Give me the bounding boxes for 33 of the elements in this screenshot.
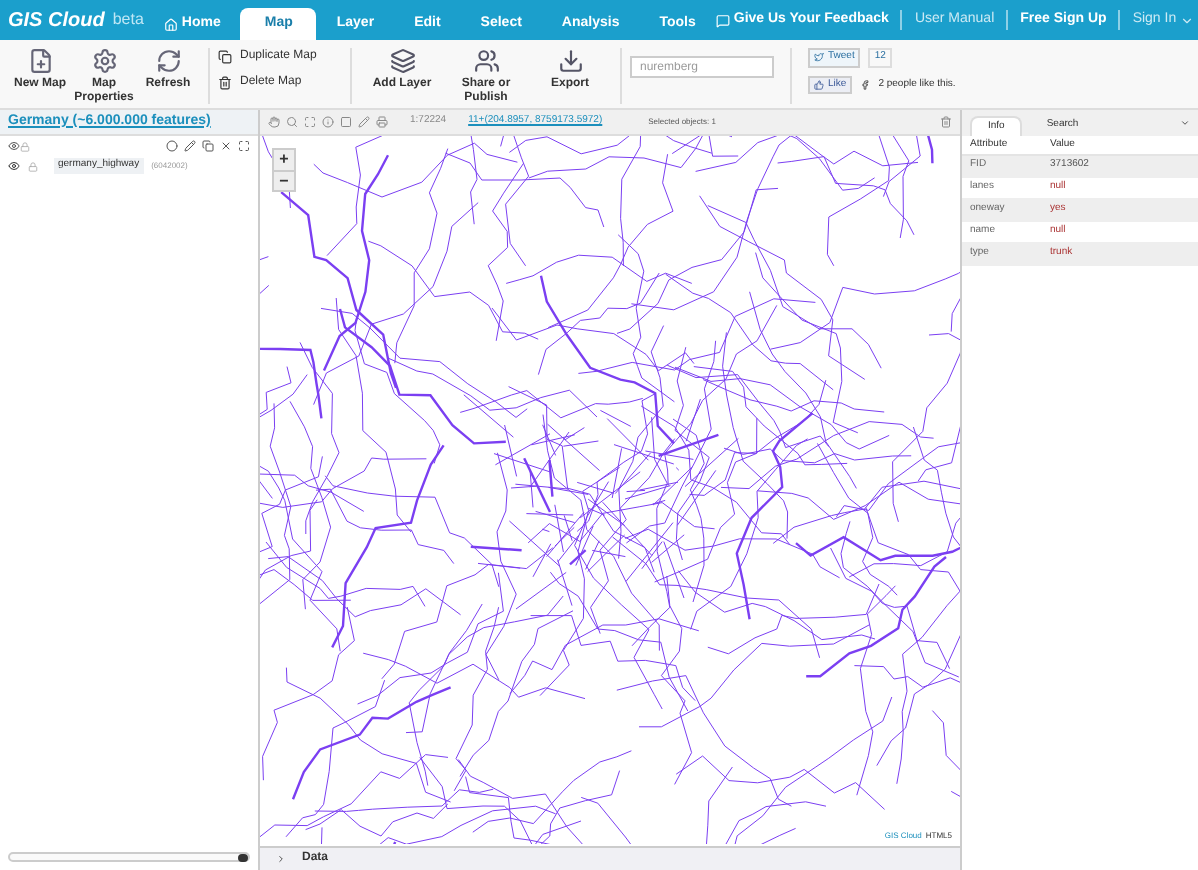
- close-icon[interactable]: [220, 140, 232, 152]
- pencil-icon[interactable]: [184, 140, 196, 152]
- eye-icon[interactable]: [8, 160, 20, 172]
- info-icon[interactable]: [322, 116, 334, 128]
- hand-icon[interactable]: [268, 116, 280, 128]
- caret-icon[interactable]: [1180, 118, 1190, 128]
- toolbar-icon: [473, 48, 499, 74]
- toolbar-icon: [557, 48, 583, 74]
- scroll-bar[interactable]: [8, 852, 250, 862]
- trash-icon[interactable]: [940, 116, 952, 128]
- chat-icon: [715, 13, 730, 27]
- home-icon: [163, 17, 178, 31]
- pencil-icon[interactable]: [358, 116, 370, 128]
- beta-label: beta: [112, 8, 144, 32]
- eye-icon[interactable]: [8, 140, 20, 152]
- expand-icon: [276, 854, 286, 864]
- toolbar-icon: [155, 48, 181, 74]
- square-icon[interactable]: [340, 116, 352, 128]
- toolbar-icon: [27, 48, 53, 74]
- bird-icon: [814, 52, 824, 63]
- thumb-icon: [814, 79, 824, 90]
- zoom-out-button[interactable]: −: [274, 170, 294, 190]
- trash-icon: [218, 76, 232, 90]
- search-icon[interactable]: [286, 116, 298, 128]
- copy-icon[interactable]: [202, 140, 214, 152]
- toolbar-icon: [91, 48, 117, 74]
- toolbar-icon: [389, 48, 415, 74]
- caret-icon: [1180, 13, 1195, 27]
- zoom-in-button[interactable]: +: [274, 150, 294, 170]
- copy-icon: [218, 50, 232, 64]
- circle-icon[interactable]: [166, 140, 178, 152]
- lock-icon[interactable]: [28, 161, 38, 171]
- printer-icon[interactable]: [376, 116, 388, 128]
